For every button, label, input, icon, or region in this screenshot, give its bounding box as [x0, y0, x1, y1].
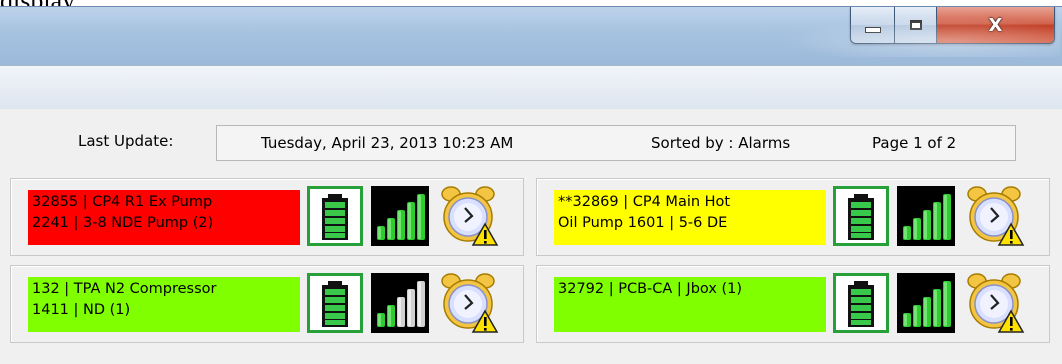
sensor-label-line2: 2241 | 3-8 NDE Pump (2) — [32, 215, 214, 231]
sensor-label-line1: 132 | TPA N2 Compressor — [32, 281, 217, 297]
alarm-clock-warning-icon — [965, 273, 1025, 333]
sensor-label-line1: 32855 | CP4 R1 Ex Pump — [32, 194, 213, 210]
toolbar-band — [0, 65, 1062, 110]
battery-icon — [833, 186, 891, 246]
signal-strength-icon — [371, 186, 429, 246]
sensor-label[interactable]: 132 | TPA N2 Compressor 1411 | ND (1) — [28, 277, 300, 332]
close-icon: X — [988, 14, 1003, 36]
sensor-label[interactable]: **32869 | CP4 Main Hot Oil Pump 1601 | 5-… — [554, 190, 826, 245]
sensor-label[interactable]: 32792 | PCB-CA | Jbox (1) — [554, 277, 826, 332]
sensor-label-line2: Oil Pump 1601 | 5-6 DE — [558, 215, 728, 231]
main-content: Last Update: Tuesday, April 23, 2013 10:… — [0, 109, 1062, 364]
title-bar[interactable]: X — [0, 6, 1062, 65]
minimize-button[interactable] — [851, 7, 895, 43]
last-update-value: Tuesday, April 23, 2013 10:23 AM — [261, 134, 514, 152]
sort-indicator: Sorted by : Alarms — [651, 134, 791, 152]
close-button[interactable]: X — [937, 7, 1054, 43]
sensor-tile[interactable]: 132 | TPA N2 Compressor 1411 | ND (1) — [10, 265, 524, 343]
window-controls: X — [850, 7, 1055, 44]
page-indicator: Page 1 of 2 — [872, 134, 957, 152]
battery-icon — [307, 273, 365, 333]
signal-strength-icon — [371, 273, 429, 333]
status-row: Last Update: Tuesday, April 23, 2013 10:… — [0, 123, 1062, 163]
sensor-label-line1: **32869 | CP4 Main Hot — [558, 194, 731, 210]
signal-strength-icon — [897, 186, 955, 246]
alarm-clock-warning-icon — [965, 186, 1025, 246]
sensor-label-line2: 1411 | ND (1) — [32, 302, 131, 318]
sensor-label[interactable]: 32855 | CP4 R1 Ex Pump 2241 | 3-8 NDE Pum… — [28, 190, 300, 245]
sensor-tile[interactable]: 32792 | PCB-CA | Jbox (1) — [536, 265, 1050, 343]
alarm-clock-warning-icon — [439, 186, 499, 246]
maximize-button[interactable] — [895, 7, 937, 43]
battery-icon — [833, 273, 891, 333]
minimize-icon — [864, 27, 881, 33]
alarm-clock-warning-icon — [439, 273, 499, 333]
maximize-icon — [909, 20, 922, 30]
sensor-label-line1: 32792 | PCB-CA | Jbox (1) — [558, 281, 743, 297]
signal-strength-icon — [897, 273, 955, 333]
sensor-tile[interactable]: **32869 | CP4 Main Hot Oil Pump 1601 | 5-… — [536, 178, 1050, 256]
sensor-tile[interactable]: 32855 | CP4 R1 Ex Pump 2241 | 3-8 NDE Pum… — [10, 178, 524, 256]
status-box: Tuesday, April 23, 2013 10:23 AM Sorted … — [216, 125, 1016, 161]
battery-icon — [307, 186, 365, 246]
last-update-label: Last Update: — [78, 132, 174, 150]
